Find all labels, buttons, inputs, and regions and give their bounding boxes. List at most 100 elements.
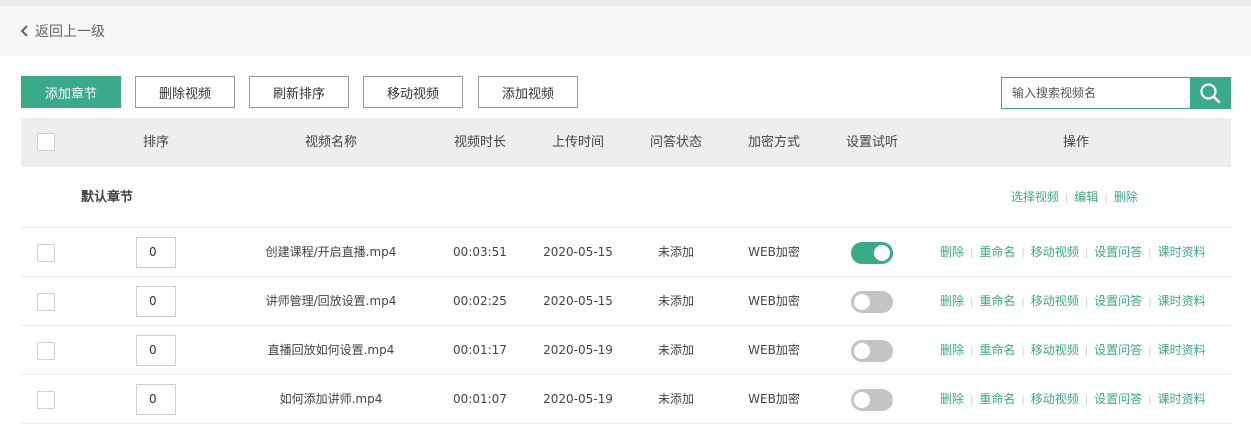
set-qa-link[interactable]: 设置问答	[1094, 343, 1142, 357]
preview-toggle[interactable]	[851, 242, 893, 264]
divider: |	[1084, 248, 1089, 259]
table-body: 0 创建课程/开启直播.mp4 00:03:51 2020-05-15 未添加 WEB加密…	[21, 228, 1231, 424]
header-upload-time: 上传时间	[551, 135, 605, 150]
video-duration: 00:02:25	[453, 294, 507, 308]
chevron-left-icon	[20, 25, 28, 37]
delete-link[interactable]: 删除	[940, 294, 964, 308]
toolbar: 添加章节 删除视频 刷新排序 移动视频 添加视频	[21, 76, 1231, 109]
chapter-actions: 选择视频 | 编辑 | 删除	[1011, 167, 1138, 229]
search-icon	[1200, 83, 1221, 104]
header-encryption: 加密方式	[747, 135, 801, 150]
encryption-method: WEB加密	[748, 294, 800, 308]
move-video-link[interactable]: 移动视频	[1031, 392, 1079, 406]
divider: |	[1021, 346, 1025, 357]
lesson-materials-link[interactable]: 课时资料	[1158, 343, 1206, 357]
header-order: 排序	[142, 135, 170, 150]
divider: |	[1084, 395, 1089, 406]
delete-link[interactable]: 删除	[940, 343, 964, 357]
toggle-knob	[874, 245, 890, 261]
set-qa-link[interactable]: 设置问答	[1094, 392, 1142, 406]
encryption-method: WEB加密	[748, 343, 800, 357]
row-checkbox[interactable]	[37, 391, 55, 409]
order-input[interactable]: 0	[136, 286, 176, 317]
refresh-order-button[interactable]: 刷新排序	[249, 76, 349, 108]
upload-time: 2020-05-15	[543, 245, 613, 259]
chapter-title: 默认章节	[81, 190, 134, 205]
header-name: 视频名称	[304, 135, 358, 150]
search-button[interactable]	[1190, 78, 1230, 108]
lesson-materials-link[interactable]: 课时资料	[1158, 245, 1206, 259]
move-video-link[interactable]: 移动视频	[1031, 245, 1079, 259]
order-input[interactable]: 0	[136, 237, 176, 268]
upload-time: 2020-05-19	[543, 343, 613, 357]
move-video-link[interactable]: 移动视频	[1031, 343, 1079, 357]
divider: |	[970, 395, 974, 406]
video-name: 讲师管理/回放设置.mp4	[265, 294, 397, 308]
row-checkbox[interactable]	[37, 342, 55, 360]
divider: |	[1021, 395, 1025, 406]
delete-chapter-link[interactable]: 删除	[1114, 190, 1138, 204]
back-link[interactable]: 返回上一级	[0, 6, 1251, 56]
preview-toggle[interactable]	[851, 291, 893, 313]
qa-status: 未添加	[657, 294, 695, 308]
video-name: 如何添加讲师.mp4	[279, 392, 383, 406]
add-chapter-button[interactable]: 添加章节	[21, 76, 121, 108]
set-qa-link[interactable]: 设置问答	[1094, 294, 1142, 308]
video-name: 直播回放如何设置.mp4	[267, 343, 395, 357]
divider: |	[1104, 193, 1108, 204]
row-actions: 删除 | 重命名 | 移动视频 | 设置问答 | 课时资料	[940, 228, 1206, 278]
divider: |	[1148, 297, 1152, 308]
qa-status: 未添加	[657, 343, 695, 357]
divider: |	[1148, 395, 1152, 406]
divider: |	[1084, 297, 1089, 308]
delete-link[interactable]: 删除	[940, 245, 964, 259]
toggle-knob	[854, 343, 870, 359]
upload-time: 2020-05-19	[543, 392, 613, 406]
move-video-button[interactable]: 移动视频	[363, 76, 463, 108]
order-input[interactable]: 0	[136, 335, 176, 366]
table-row: 0 直播回放如何设置.mp4 00:01:17 2020-05-19 未添加 WEB加密 删…	[21, 326, 1231, 375]
chapter-row: 默认章节 选择视频 | 编辑 | 删除	[21, 167, 1231, 228]
divider: |	[970, 248, 974, 259]
edit-chapter-link[interactable]: 编辑	[1074, 190, 1098, 204]
preview-toggle[interactable]	[851, 389, 893, 411]
video-name: 创建课程/开启直播.mp4	[265, 245, 397, 259]
lesson-materials-link[interactable]: 课时资料	[1158, 392, 1206, 406]
add-video-button[interactable]: 添加视频	[478, 76, 578, 108]
search-box	[1001, 77, 1231, 109]
order-input[interactable]: 0	[136, 384, 176, 415]
rename-link[interactable]: 重命名	[979, 245, 1015, 259]
encryption-method: WEB加密	[748, 392, 800, 406]
divider: |	[1065, 193, 1069, 204]
divider: |	[1021, 248, 1025, 259]
qa-status: 未添加	[657, 245, 695, 259]
set-qa-link[interactable]: 设置问答	[1094, 245, 1142, 259]
encryption-method: WEB加密	[748, 245, 800, 259]
delete-link[interactable]: 删除	[940, 392, 964, 406]
rename-link[interactable]: 重命名	[979, 294, 1015, 308]
table-row: 0 创建课程/开启直播.mp4 00:03:51 2020-05-15 未添加 WEB加密…	[21, 228, 1231, 277]
select-video-link[interactable]: 选择视频	[1011, 190, 1059, 204]
rename-link[interactable]: 重命名	[979, 343, 1015, 357]
row-checkbox[interactable]	[37, 293, 55, 311]
divider: |	[1021, 297, 1025, 308]
upload-time: 2020-05-15	[543, 294, 613, 308]
back-label: 返回上一级	[35, 24, 105, 40]
table-row: 0 讲师管理/回放设置.mp4 00:02:25 2020-05-15 未添加 WEB加密…	[21, 277, 1231, 326]
rename-link[interactable]: 重命名	[979, 392, 1015, 406]
toggle-knob	[854, 392, 870, 408]
preview-toggle[interactable]	[851, 340, 893, 362]
delete-video-button[interactable]: 删除视频	[135, 76, 235, 108]
divider: |	[1148, 248, 1152, 259]
lesson-materials-link[interactable]: 课时资料	[1158, 294, 1206, 308]
header-actions: 操作	[1062, 135, 1090, 150]
qa-status: 未添加	[657, 392, 695, 406]
video-duration: 00:01:07	[453, 392, 507, 406]
row-checkbox[interactable]	[37, 244, 55, 262]
header-preview: 设置试听	[845, 135, 899, 150]
move-video-link[interactable]: 移动视频	[1031, 294, 1079, 308]
video-duration: 00:03:51	[453, 245, 507, 259]
search-input[interactable]	[1002, 78, 1190, 108]
divider: |	[970, 297, 974, 308]
select-all-checkbox[interactable]	[37, 133, 55, 151]
